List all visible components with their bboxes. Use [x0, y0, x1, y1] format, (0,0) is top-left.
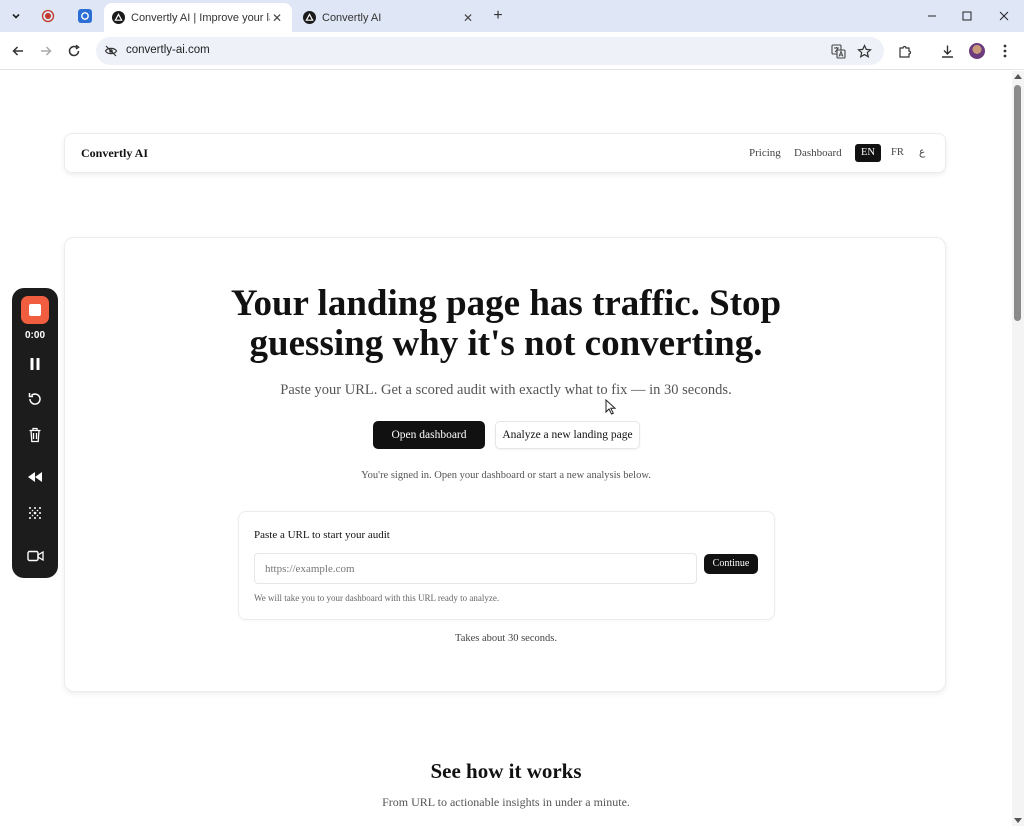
not-secure-eye-icon[interactable]	[104, 44, 118, 58]
more-vertical-icon	[1003, 44, 1007, 58]
site-header: Convertly AI Pricing Dashboard EN FR ع	[64, 133, 946, 173]
app-icon	[78, 9, 92, 23]
translate-icon	[830, 43, 846, 59]
browser-tab-bar: Convertly AI | Improve your lan ✕ Conver…	[0, 0, 1024, 32]
camera-button[interactable]	[25, 546, 45, 566]
avatar	[969, 43, 985, 59]
language-ar[interactable]: ع	[913, 144, 931, 162]
url-input-wrapper[interactable]	[254, 553, 697, 584]
record-icon	[41, 9, 55, 23]
analyze-new-page-button[interactable]: Analyze a new landing page	[495, 421, 640, 449]
hero-headline: Your landing page has traffic. Stop gues…	[230, 283, 782, 364]
maximize-icon	[962, 11, 972, 21]
screen-recorder-panel: 0:00	[12, 288, 58, 578]
reload-icon	[68, 44, 80, 57]
browser-menu-button[interactable]	[995, 41, 1015, 61]
scroll-down-icon[interactable]	[1014, 818, 1022, 823]
tab-convertly[interactable]: Convertly AI ✕	[295, 3, 483, 32]
browser-toolbar: convertly-ai.com	[0, 32, 1024, 70]
duration-note: Takes about 30 seconds.	[455, 633, 557, 644]
url-input[interactable]	[255, 554, 696, 583]
reload-button[interactable]	[64, 41, 84, 61]
download-icon	[941, 45, 953, 58]
rewind-icon	[28, 472, 42, 482]
tab-title: Convertly AI | Improve your lan	[131, 11, 270, 24]
maximize-button[interactable]	[949, 0, 985, 32]
dots-grid-icon	[29, 507, 41, 519]
hero-section: Your landing page has traffic. Stop gues…	[64, 237, 946, 692]
scroll-up-icon[interactable]	[1014, 74, 1022, 79]
close-icon[interactable]: ✕	[461, 11, 475, 25]
forward-button[interactable]	[36, 41, 56, 61]
profile-button[interactable]	[967, 41, 987, 61]
url-field-label: Paste a URL to start your audit	[254, 529, 390, 541]
translate-button[interactable]	[830, 43, 846, 59]
downloads-button[interactable]	[937, 41, 957, 61]
tab-search-button[interactable]	[6, 7, 26, 25]
close-window-button[interactable]	[986, 0, 1022, 32]
new-tab-button[interactable]: +	[488, 6, 508, 26]
signed-in-note: You're signed in. Open your dashboard or…	[361, 470, 651, 481]
url-text[interactable]: convertly-ai.com	[126, 44, 210, 56]
pinned-tab-recorder[interactable]	[37, 6, 59, 26]
arrow-right-icon	[41, 46, 52, 56]
page-viewport: Convertly AI Pricing Dashboard EN FR ع Y…	[0, 71, 1012, 826]
nav-link-pricing[interactable]: Pricing	[749, 147, 781, 159]
restart-button[interactable]	[25, 389, 45, 409]
url-field-hint: We will take you to your dashboard with …	[254, 593, 500, 603]
puzzle-icon	[898, 45, 911, 58]
brand-logo[interactable]: Convertly AI	[81, 146, 148, 161]
scrollbar-thumb[interactable]	[1014, 85, 1021, 321]
stop-icon	[29, 304, 41, 316]
stop-recording-button[interactable]	[21, 296, 49, 324]
hero-subheadline: Paste your URL. Get a scored audit with …	[280, 382, 732, 398]
minimize-button[interactable]	[914, 0, 950, 32]
convertly-favicon-icon	[112, 11, 125, 24]
back-button[interactable]	[8, 41, 28, 61]
restart-icon	[28, 393, 41, 405]
tab-title: Convertly AI	[322, 11, 382, 24]
star-icon	[856, 43, 872, 58]
bookmark-button[interactable]	[856, 43, 872, 59]
arrow-left-icon	[12, 46, 23, 56]
close-icon	[999, 11, 1009, 21]
tab-convertly-active[interactable]: Convertly AI | Improve your lan ✕	[104, 3, 292, 32]
how-it-works-subtitle: From URL to actionable insights in under…	[382, 795, 630, 809]
page-scrollbar[interactable]	[1012, 71, 1024, 826]
trash-icon	[29, 427, 41, 443]
language-en[interactable]: EN	[855, 144, 881, 162]
recording-timer: 0:00	[24, 330, 45, 341]
continue-button[interactable]: Continue	[704, 554, 758, 574]
video-camera-icon	[26, 550, 44, 562]
delete-button[interactable]	[25, 425, 45, 445]
chevron-down-icon	[12, 13, 20, 19]
how-it-works-title: See how it works	[430, 759, 582, 783]
convertly-favicon-icon	[303, 11, 316, 24]
pause-icon	[30, 358, 40, 370]
open-dashboard-button[interactable]: Open dashboard	[373, 421, 485, 449]
address-bar[interactable]: convertly-ai.com	[96, 37, 884, 65]
language-fr[interactable]: FR	[885, 144, 910, 162]
minimize-icon	[928, 15, 936, 17]
mouse-cursor-icon	[605, 399, 617, 415]
pinned-tab-extension[interactable]	[74, 6, 96, 26]
rewind-button[interactable]	[25, 467, 45, 487]
close-icon[interactable]: ✕	[270, 11, 284, 25]
url-audit-card: Paste a URL to start your audit Continue…	[238, 511, 775, 620]
pause-button[interactable]	[25, 354, 45, 374]
grid-button[interactable]	[25, 503, 45, 523]
extensions-button[interactable]	[895, 41, 915, 61]
nav-link-dashboard[interactable]: Dashboard	[794, 147, 842, 159]
